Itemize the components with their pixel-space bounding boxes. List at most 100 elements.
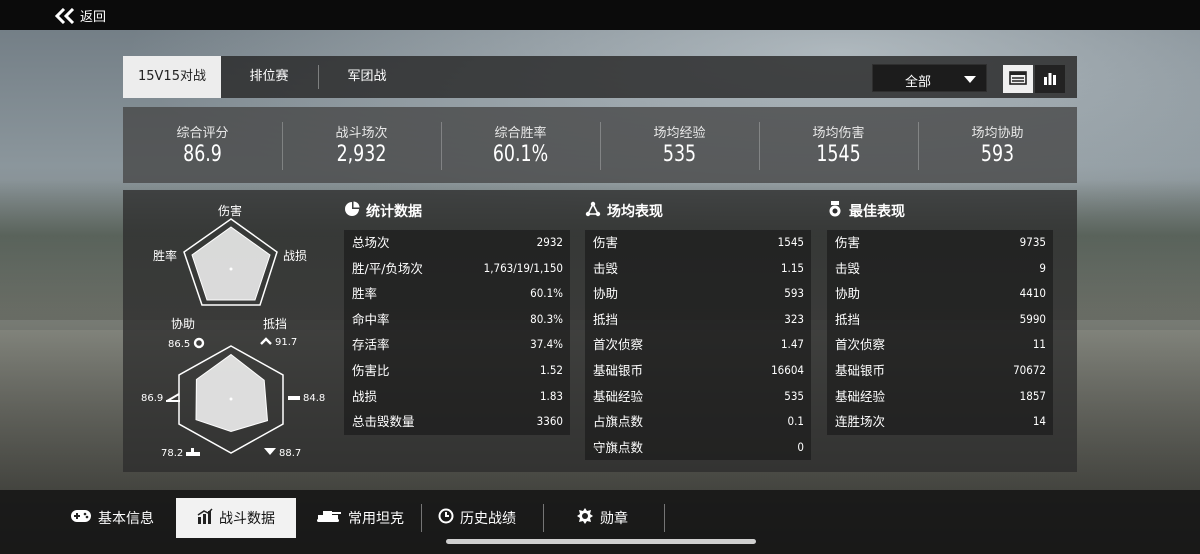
summary-avg-damage: 场均伤害 1545 bbox=[759, 107, 918, 183]
nav-favorite-tanks[interactable]: 常用坦克 bbox=[310, 498, 410, 538]
best-title: 最佳表现 bbox=[849, 204, 905, 220]
stat-row: 首次侦察 11 bbox=[827, 332, 1053, 358]
stat-value: 70672 bbox=[1013, 362, 1046, 377]
radar-charts: 伤害 战损 抵挡 协助 胜率 91.7 84.8 88.7 78.2 86.9 … bbox=[123, 190, 333, 472]
stat-value: 9735 bbox=[1019, 235, 1046, 249]
stat-row: 抵挡 5990 bbox=[827, 307, 1053, 333]
summary-label: 战斗场次 bbox=[335, 126, 388, 141]
bottom-nav: 基本信息 战斗数据 常用坦克 历史战绩 勋章 bbox=[0, 490, 1200, 554]
stats-table: 总场次 2932 胜/平/负场次 1,763/19/1,150 胜率 60.1% 命中率 80… bbox=[344, 230, 570, 435]
clock-icon bbox=[438, 508, 454, 528]
radar-label-block: 抵挡 bbox=[263, 317, 288, 331]
summary-value: 86.9 bbox=[183, 142, 222, 167]
summary-strip: 综合评分 86.9 战斗场次 2,932 综合胜率 60.1% 场均经验 535… bbox=[123, 107, 1077, 183]
summary-value: 1545 bbox=[816, 142, 861, 167]
radar-svg bbox=[178, 218, 284, 454]
summary-value: 593 bbox=[980, 142, 1015, 167]
nav-battle-data[interactable]: 战斗数据 bbox=[176, 498, 296, 538]
stat-key: 占旗点数 bbox=[593, 414, 644, 430]
stat-row: 基础银币 16604 bbox=[585, 358, 811, 384]
back-label: 返回 bbox=[80, 10, 107, 25]
stat-row: 连胜场次 14 bbox=[827, 409, 1053, 435]
radar-value-text: 86.9 bbox=[141, 393, 164, 404]
tank-icon bbox=[316, 509, 342, 527]
nav-label: 基本信息 bbox=[98, 511, 154, 527]
stat-key: 基础银币 bbox=[593, 362, 644, 378]
nav-medals[interactable]: 勋章 bbox=[570, 498, 634, 538]
stat-key: 基础经验 bbox=[593, 388, 644, 404]
stat-value: 37.4% bbox=[530, 337, 563, 352]
stat-value: 535 bbox=[784, 388, 804, 403]
pentagon-radar bbox=[183, 218, 278, 306]
stat-key: 抵挡 bbox=[593, 311, 619, 327]
stat-key: 首次侦察 bbox=[835, 337, 886, 353]
bar-chart-icon bbox=[197, 508, 213, 528]
radar-value-text: 86.5 bbox=[168, 339, 191, 350]
radar-label-assist: 协助 bbox=[171, 317, 196, 331]
stat-value: 1.15 bbox=[780, 260, 804, 275]
stats-header: 统计数据 bbox=[344, 200, 422, 222]
stat-value: 5990 bbox=[1019, 311, 1046, 326]
radar-value-text: 84.8 bbox=[303, 393, 326, 404]
summary-winrate: 综合胜率 60.1% bbox=[441, 107, 600, 183]
stat-key: 首次侦察 bbox=[593, 337, 644, 353]
summary-battles: 战斗场次 2,932 bbox=[282, 107, 441, 183]
stat-key: 击毁 bbox=[835, 260, 861, 276]
stat-value: 1545 bbox=[777, 235, 804, 249]
stat-value: 3360 bbox=[536, 414, 563, 429]
chart-view-button[interactable] bbox=[1035, 65, 1065, 93]
stat-key: 胜率 bbox=[352, 286, 378, 302]
nav-divider bbox=[543, 504, 544, 532]
medal-icon bbox=[827, 201, 843, 221]
filter-value: 全部 bbox=[905, 75, 932, 90]
nav-label: 常用坦克 bbox=[348, 511, 404, 527]
radar-label-damage: 伤害 bbox=[218, 204, 243, 218]
filter-dropdown[interactable]: 全部 bbox=[872, 64, 987, 92]
summary-label: 综合胜率 bbox=[494, 126, 547, 141]
stats-title: 统计数据 bbox=[366, 204, 422, 220]
hexagon-radar bbox=[178, 345, 284, 454]
stat-key: 总场次 bbox=[352, 235, 390, 250]
summary-avg-assist: 场均协助 593 bbox=[918, 107, 1077, 183]
nav-label: 勋章 bbox=[600, 511, 628, 527]
ring-icon bbox=[193, 337, 205, 352]
summary-label: 综合评分 bbox=[176, 126, 229, 141]
stat-value: 0.1 bbox=[787, 414, 804, 429]
tank-track-icon bbox=[186, 448, 201, 459]
bar-chart-icon bbox=[1043, 70, 1057, 89]
stat-key: 协助 bbox=[593, 286, 619, 302]
stat-value: 80.3% bbox=[530, 311, 563, 326]
tab-ranked[interactable]: 排位赛 bbox=[221, 56, 317, 98]
stat-value: 1.52 bbox=[539, 362, 563, 377]
table-view-icon bbox=[1009, 70, 1027, 89]
avg-table: 伤害 1545 击毁 1.15 协助 593 抵挡 323 首次侦察 1.47 基础银币 16604 基… bbox=[585, 230, 811, 461]
stat-row: 伤害比 1.52 bbox=[344, 358, 570, 384]
top-bar: 返回 bbox=[0, 0, 1200, 30]
stat-key: 胜/平/负场次 bbox=[352, 260, 423, 276]
angle-icon bbox=[166, 392, 181, 405]
stat-key: 守旗点数 bbox=[593, 439, 644, 455]
stat-row: 首次侦察 1.47 bbox=[585, 332, 811, 358]
tab-legion[interactable]: 军团战 bbox=[319, 56, 415, 98]
tab-15v15[interactable]: 15V15对战 bbox=[123, 56, 221, 98]
stat-row: 伤害 9735 bbox=[827, 230, 1053, 256]
stat-value: 1.83 bbox=[539, 388, 563, 403]
stat-key: 存活率 bbox=[352, 337, 390, 353]
stat-value: 2932 bbox=[536, 235, 563, 249]
stat-row: 抵挡 323 bbox=[585, 307, 811, 333]
home-indicator[interactable] bbox=[446, 539, 756, 544]
medal-icon bbox=[576, 507, 594, 529]
stat-key: 基础银币 bbox=[835, 362, 886, 378]
stat-row: 胜/平/负场次 1,763/19/1,150 bbox=[344, 256, 570, 282]
back-button[interactable]: 返回 bbox=[54, 6, 106, 25]
caret-down-icon bbox=[964, 76, 976, 83]
double-chevron-left-icon bbox=[54, 7, 76, 24]
stat-key: 击毁 bbox=[593, 260, 619, 276]
summary-label: 场均伤害 bbox=[812, 126, 865, 141]
table-view-button[interactable] bbox=[1003, 65, 1033, 93]
nav-basic-info[interactable]: 基本信息 bbox=[60, 498, 164, 538]
pie-chart-icon bbox=[344, 201, 360, 221]
nav-history[interactable]: 历史战绩 bbox=[432, 498, 522, 538]
nav-divider bbox=[664, 504, 665, 532]
shield-icon bbox=[264, 448, 276, 459]
